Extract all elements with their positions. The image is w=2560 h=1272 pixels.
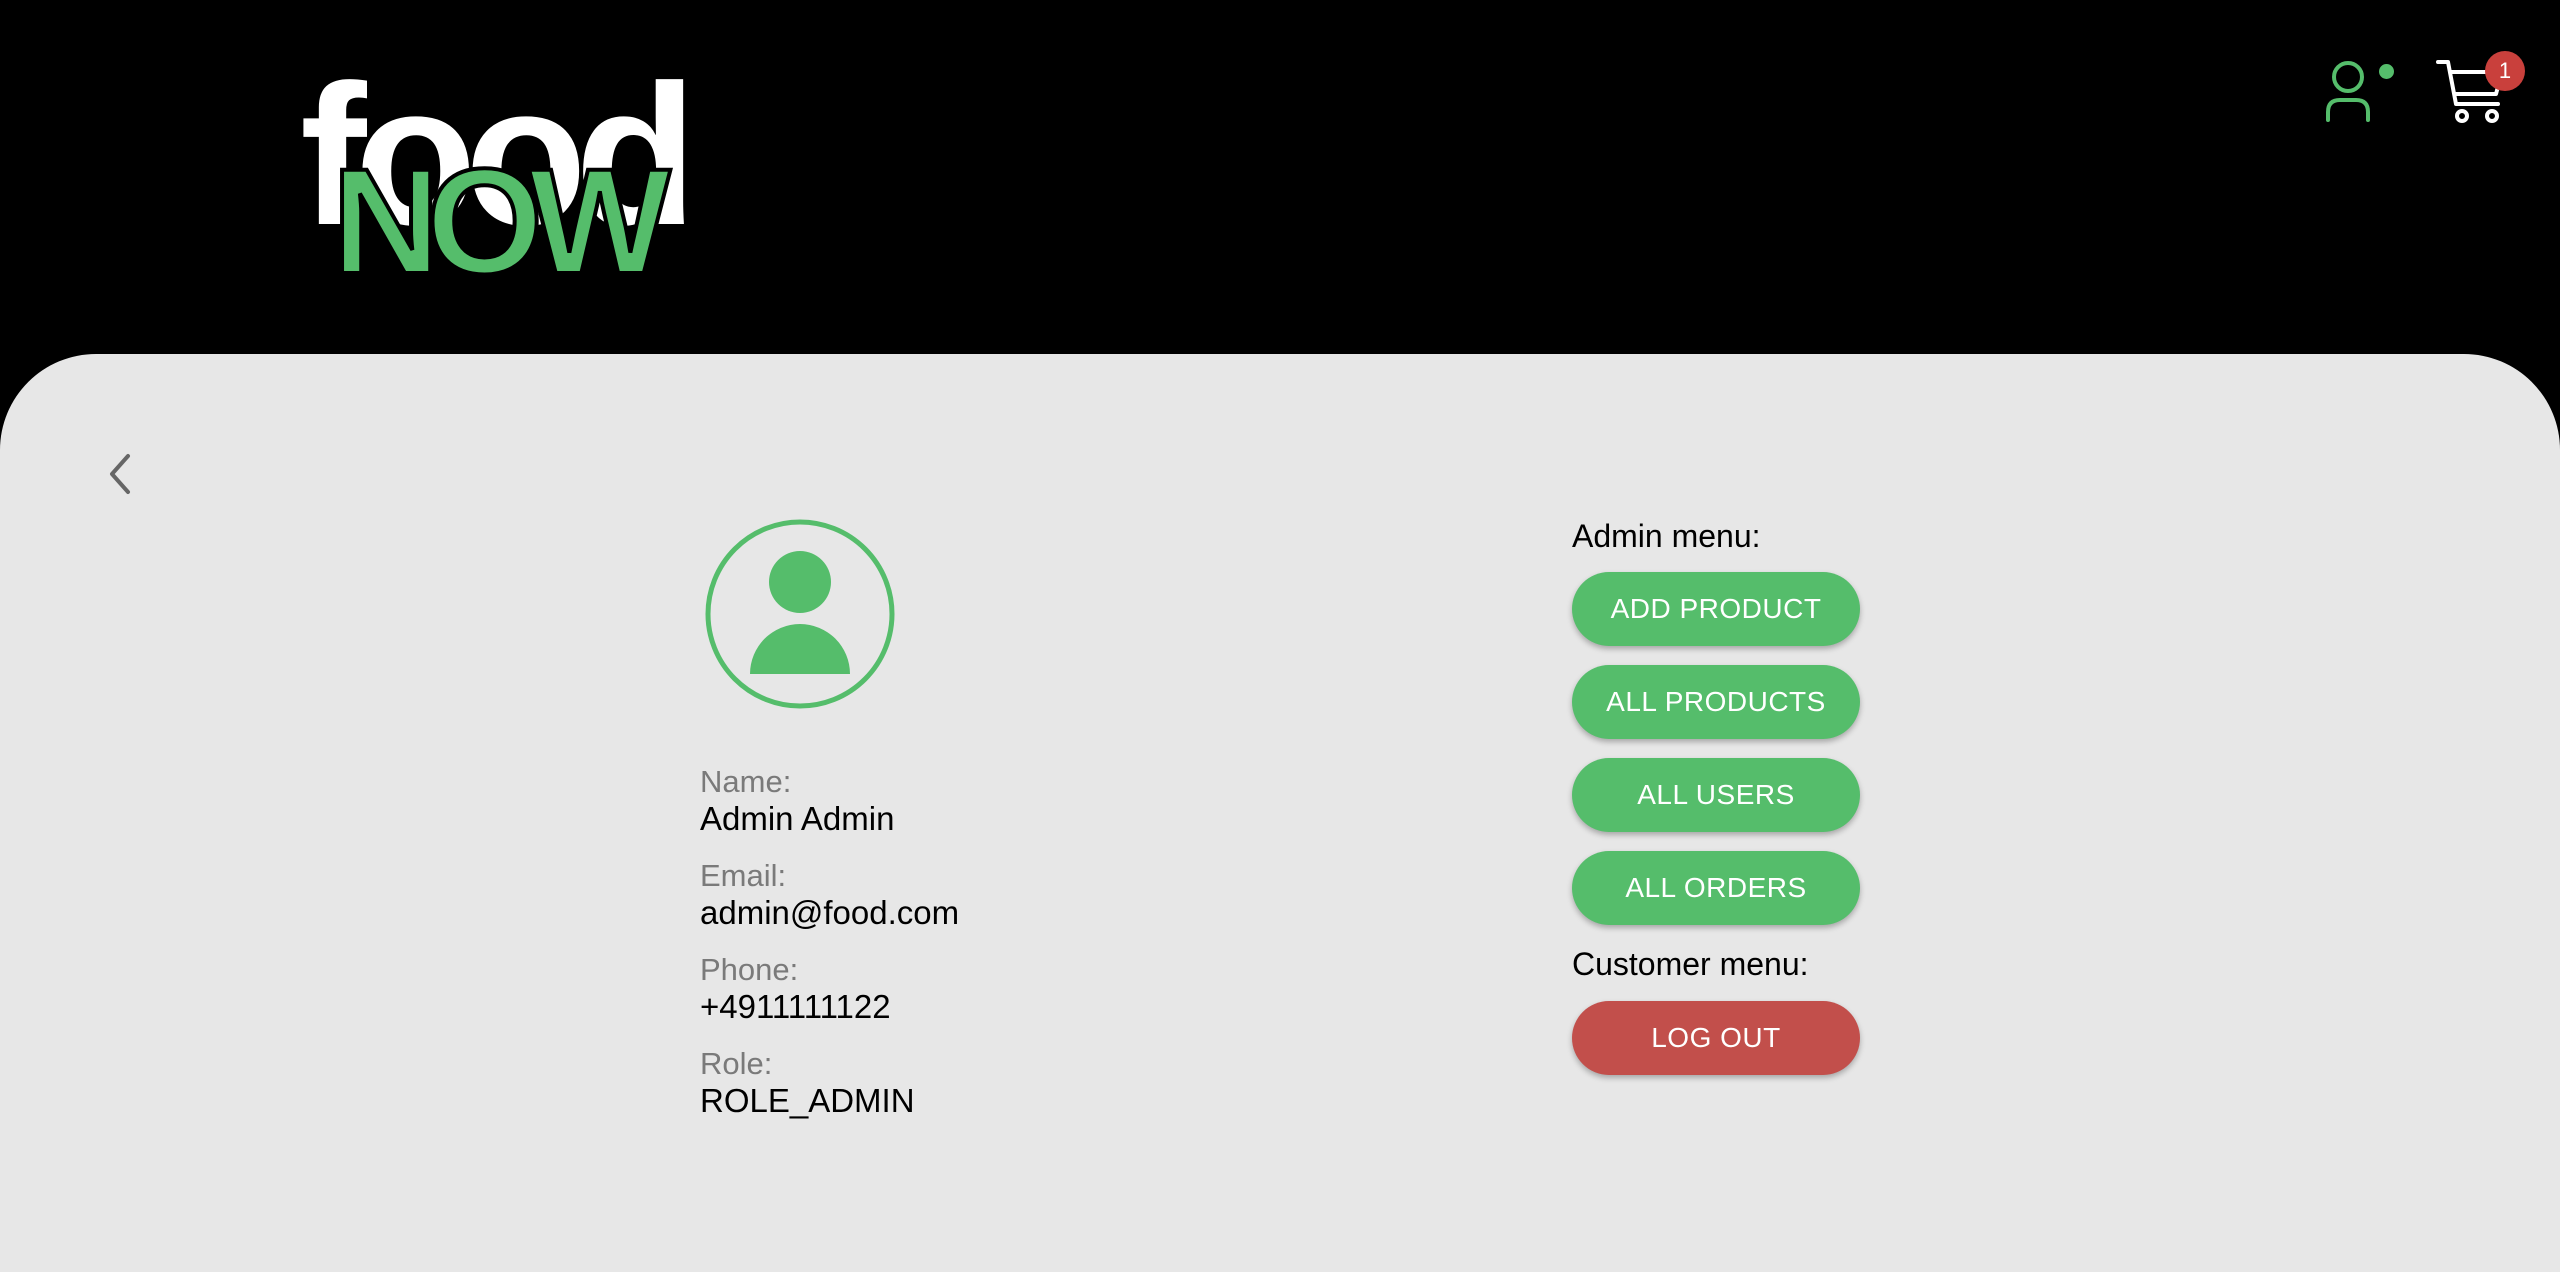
- foodnow-logo[interactable]: food NOW: [296, 56, 716, 305]
- all-products-button[interactable]: ALL PRODUCTS: [1572, 665, 1860, 739]
- admin-menu-title: Admin menu:: [1572, 518, 1761, 554]
- name-label: Name:: [700, 764, 792, 799]
- email-label: Email:: [700, 858, 787, 893]
- online-status-dot: [2379, 64, 2394, 79]
- role-value: ROLE_ADMIN: [700, 1082, 915, 1119]
- profile-panel: [0, 354, 2560, 1272]
- app-header: food NOW 1: [0, 0, 2560, 356]
- logo-word-now: NOW: [330, 137, 673, 305]
- email-value: admin@food.com: [700, 894, 960, 931]
- all-users-button[interactable]: ALL USERS: [1572, 758, 1860, 832]
- name-value: Admin Admin: [700, 800, 895, 837]
- phone-value: +4911111122: [700, 988, 891, 1025]
- cart-count-badge: 1: [2485, 51, 2525, 91]
- phone-label: Phone:: [700, 952, 799, 987]
- add-product-button[interactable]: ADD PRODUCT: [1572, 572, 1860, 646]
- back-button[interactable]: [100, 452, 140, 496]
- user-avatar-icon: [705, 519, 895, 709]
- chevron-left-icon: [110, 454, 130, 494]
- all-orders-button[interactable]: ALL ORDERS: [1572, 851, 1860, 925]
- role-label: Role:: [700, 1046, 773, 1081]
- logout-button[interactable]: LOG OUT: [1572, 1001, 1860, 1075]
- customer-menu-title: Customer menu:: [1572, 946, 1809, 982]
